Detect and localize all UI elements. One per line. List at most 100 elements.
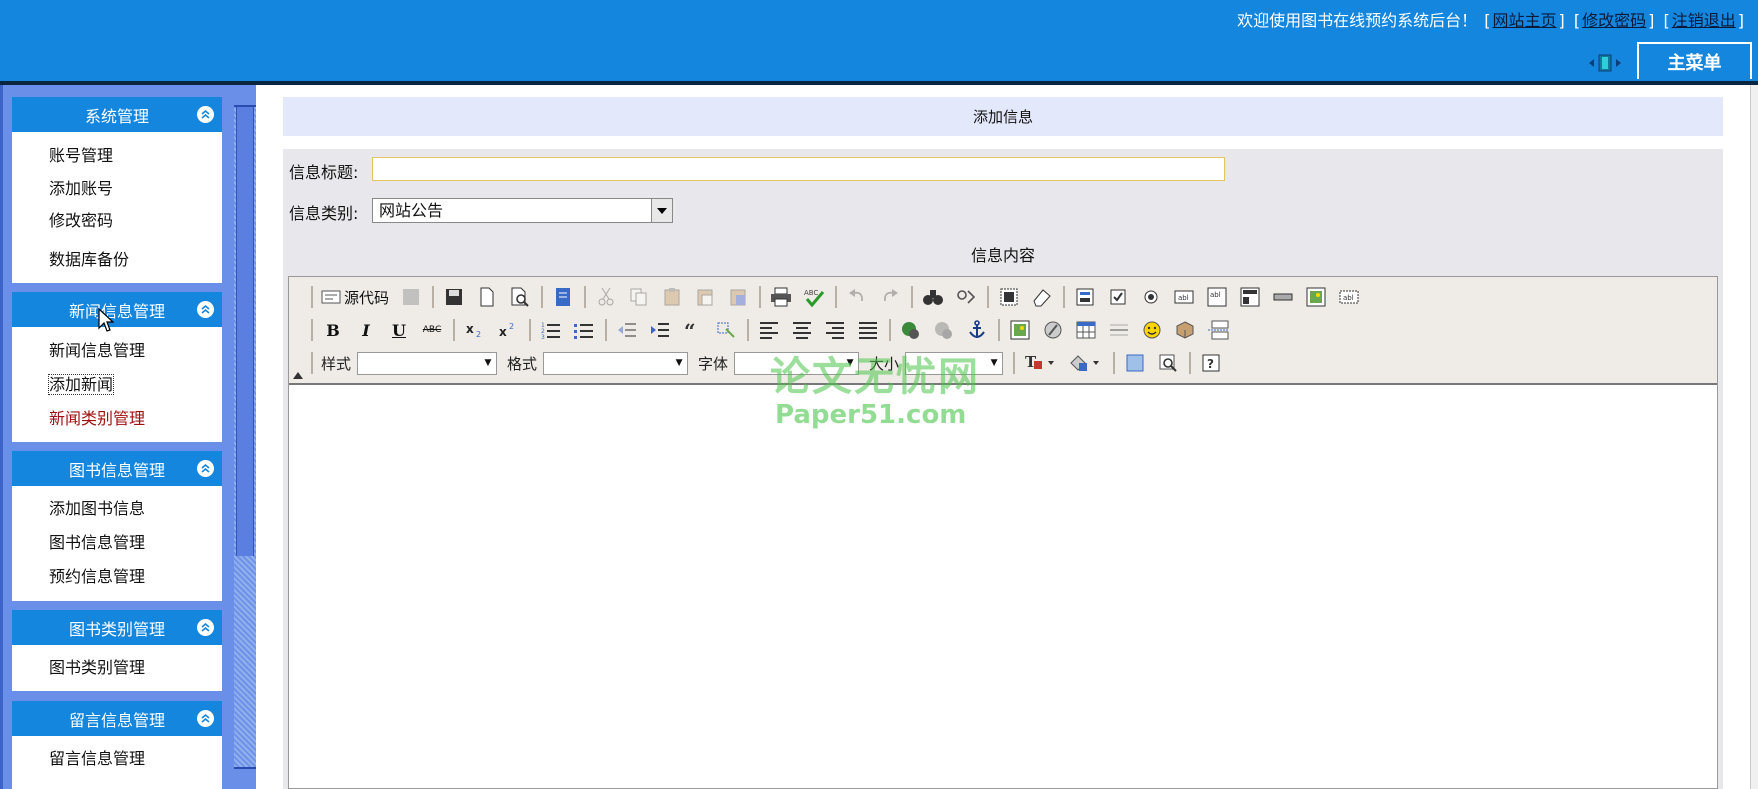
sidebar-item-change-password[interactable]: 修改密码 <box>12 211 113 231</box>
paste-icon[interactable] <box>660 285 684 309</box>
underline-button[interactable]: U <box>387 318 411 342</box>
font-dropdown[interactable]: ▼ <box>734 351 860 375</box>
subscript-icon[interactable]: x2 <box>463 318 487 342</box>
button-field-icon[interactable] <box>1271 285 1295 309</box>
strikethrough-button[interactable]: ABC <box>420 318 444 342</box>
paste-word-icon[interactable] <box>726 285 750 309</box>
sidebar-item-news-category[interactable]: 新闻类别管理 <box>12 409 145 429</box>
sidebar-item-reservation-manage[interactable]: 预约信息管理 <box>12 567 145 587</box>
radio-icon[interactable] <box>1139 285 1163 309</box>
category-select[interactable]: 网站公告 <box>372 198 673 223</box>
replace-icon[interactable] <box>954 285 978 309</box>
sidebar-toggle-icon[interactable] <box>1587 52 1623 74</box>
format-dropdown[interactable]: ▼ <box>543 351 689 375</box>
floppy-icon[interactable] <box>442 285 466 309</box>
print-icon[interactable] <box>769 285 793 309</box>
align-right-icon[interactable] <box>823 318 847 342</box>
hidden-field-icon[interactable]: abl <box>1337 285 1361 309</box>
collapse-icon[interactable] <box>197 619 214 636</box>
cut-icon[interactable] <box>594 285 618 309</box>
group-header-system[interactable]: 系统管理 <box>12 97 222 132</box>
sidebar-scrollbar-thumb[interactable] <box>236 106 254 556</box>
sidebar-scroll-up-button[interactable] <box>234 85 256 107</box>
sidebar-item-add-account[interactable]: 添加账号 <box>12 179 113 199</box>
sidebar-item-db-backup[interactable]: 数据库备份 <box>12 250 129 270</box>
background-color-icon[interactable] <box>1068 351 1104 375</box>
textarea-icon[interactable]: abl <box>1205 285 1229 309</box>
flash-icon[interactable] <box>1041 318 1065 342</box>
anchor-icon[interactable] <box>965 318 989 342</box>
sidebar-item-message-manage[interactable]: 留言信息管理 <box>12 749 145 769</box>
sidebar-item-news-manage[interactable]: 新闻信息管理 <box>12 341 145 361</box>
group-header-books[interactable]: 图书信息管理 <box>12 451 222 486</box>
align-center-icon[interactable] <box>790 318 814 342</box>
select-field-icon[interactable] <box>1238 285 1262 309</box>
collapse-icon[interactable] <box>197 460 214 477</box>
sidebar-item-add-news[interactable]: 添加新闻 <box>12 374 115 395</box>
textfield-icon[interactable]: abl <box>1172 285 1196 309</box>
template-icon[interactable] <box>551 285 575 309</box>
main-menu-button[interactable]: 主菜单 <box>1637 42 1752 79</box>
sidebar-item-account-manage[interactable]: 账号管理 <box>12 146 113 166</box>
spellcheck-icon[interactable]: ABC <box>802 285 826 309</box>
help-icon[interactable]: ? <box>1199 351 1223 375</box>
save-icon[interactable] <box>399 285 423 309</box>
superscript-icon[interactable]: x2 <box>496 318 520 342</box>
dropdown-arrow-icon[interactable] <box>651 199 672 222</box>
align-left-icon[interactable] <box>757 318 781 342</box>
change-password-link[interactable]: 修改密码 <box>1582 11 1646 30</box>
sidebar-item-book-manage[interactable]: 图书信息管理 <box>12 533 145 553</box>
outdent-icon[interactable] <box>615 318 639 342</box>
smiley-icon[interactable] <box>1140 318 1164 342</box>
group-header-book-category[interactable]: 图书类别管理 <box>12 610 222 645</box>
copy-icon[interactable] <box>627 285 651 309</box>
form-icon[interactable] <box>1073 285 1097 309</box>
find-icon[interactable] <box>921 285 945 309</box>
unlink-icon[interactable] <box>932 318 956 342</box>
toolbar-collapse-icon[interactable] <box>293 369 303 379</box>
collapse-icon[interactable] <box>197 301 214 318</box>
paste-text-icon[interactable] <box>693 285 717 309</box>
ordered-list-icon[interactable]: 123 <box>539 318 563 342</box>
title-input[interactable] <box>372 157 1225 181</box>
blockquote-icon[interactable]: “ <box>681 318 705 342</box>
collapse-icon[interactable] <box>197 106 214 123</box>
table-icon[interactable] <box>1074 318 1098 342</box>
create-div-icon[interactable] <box>714 318 738 342</box>
show-blocks-icon[interactable] <box>1156 351 1180 375</box>
text-color-icon[interactable]: T <box>1023 351 1059 375</box>
source-code-button[interactable]: 源代码 <box>321 287 389 308</box>
size-dropdown[interactable]: ▼ <box>905 351 1004 375</box>
collapse-icon[interactable] <box>197 710 214 727</box>
logout-link[interactable]: 注销退出 <box>1672 11 1736 30</box>
image-button-icon[interactable] <box>1304 285 1328 309</box>
group-header-messages[interactable]: 留言信息管理 <box>12 701 222 736</box>
unordered-list-icon[interactable] <box>572 318 596 342</box>
eraser-icon[interactable] <box>1030 285 1054 309</box>
indent-icon[interactable] <box>648 318 672 342</box>
page-scrollbar[interactable] <box>1750 85 1758 789</box>
image-icon[interactable] <box>1008 318 1032 342</box>
link-icon[interactable] <box>899 318 923 342</box>
page-break-icon[interactable] <box>1206 318 1230 342</box>
special-char-icon[interactable] <box>1173 318 1197 342</box>
sidebar-scroll-down-button[interactable] <box>234 767 256 789</box>
editor-body[interactable] <box>289 385 1717 788</box>
undo-icon[interactable] <box>845 285 869 309</box>
style-dropdown[interactable]: ▼ <box>357 351 498 375</box>
new-page-icon[interactable] <box>475 285 499 309</box>
select-all-icon[interactable] <box>997 285 1021 309</box>
site-home-link[interactable]: 网站主页 <box>1493 11 1557 30</box>
italic-button[interactable]: I <box>354 318 378 342</box>
svg-text:abl: abl <box>1343 294 1354 302</box>
sidebar-item-add-book[interactable]: 添加图书信息 <box>12 499 145 519</box>
justify-icon[interactable] <box>856 318 880 342</box>
redo-icon[interactable] <box>878 285 902 309</box>
bold-button[interactable]: B <box>321 318 345 342</box>
group-header-news[interactable]: 新闻信息管理 <box>12 292 222 327</box>
maximize-icon[interactable] <box>1123 351 1147 375</box>
sidebar-item-book-category-manage[interactable]: 图书类别管理 <box>12 658 145 678</box>
horizontal-rule-icon[interactable] <box>1107 318 1131 342</box>
preview-icon[interactable] <box>508 285 532 309</box>
checkbox-icon[interactable] <box>1106 285 1130 309</box>
